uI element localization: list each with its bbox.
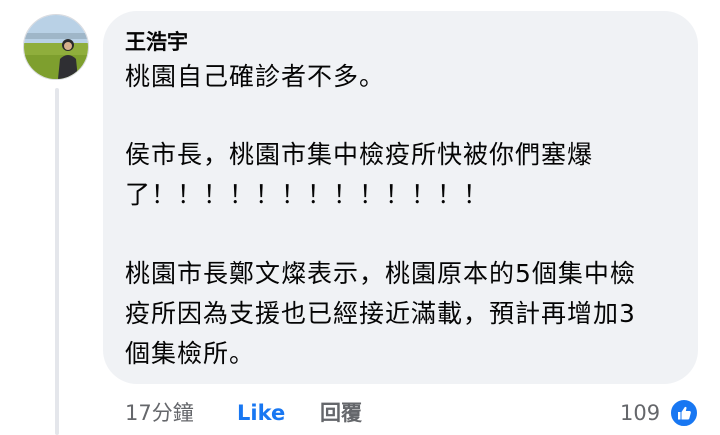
thumbs-up-icon[interactable] — [669, 398, 699, 428]
reaction-count[interactable]: 109 — [620, 398, 660, 428]
avatar[interactable] — [23, 14, 89, 80]
comment-timestamp[interactable]: 17分鐘 — [125, 398, 194, 428]
thread-connector-line — [55, 88, 59, 435]
comment-text-line: 了！！！！！！！！！！！！！ — [125, 180, 490, 209]
comment-text-line: 侯市長，桃園市集中檢疫所快被你們塞爆 — [125, 140, 594, 169]
comment-text-line: 桃園市長鄭文燦表示，桃園原本的5個集中檢 — [125, 259, 636, 288]
comment-author[interactable]: 王浩宇 — [125, 27, 188, 57]
reply-button[interactable]: 回覆 — [320, 398, 362, 428]
comment-thread: 王浩宇 桃園自己確診者不多。 侯市長，桃園市集中檢疫所快被你們塞爆 了！！！！！… — [0, 0, 720, 435]
comment-text-line: 桃園自己確診者不多。 — [125, 62, 386, 91]
like-button[interactable]: Like — [237, 398, 285, 428]
comment-text-line: 疫所因為支援也已經接近滿載，預計再增加3 — [125, 299, 636, 328]
comment-text-line: 個集檢所。 — [125, 339, 256, 368]
